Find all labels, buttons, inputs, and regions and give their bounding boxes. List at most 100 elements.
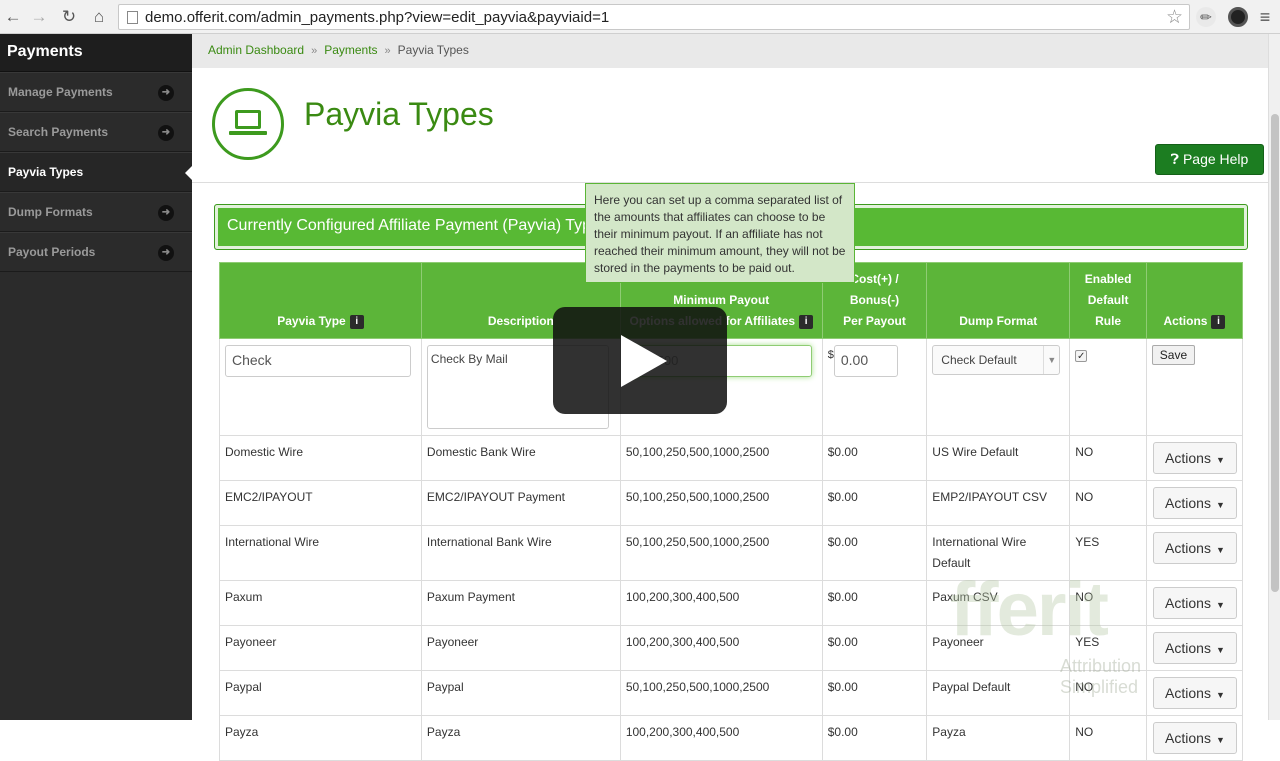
actions-dropdown-button[interactable]: Actions ▼ xyxy=(1152,532,1237,564)
arrow-right-icon: ➜ xyxy=(158,85,174,101)
menu-icon[interactable]: ≡ xyxy=(1254,6,1276,28)
dump-format-select[interactable]: Check Default ▼ xyxy=(932,345,1061,375)
cell-dump-format: EMP2/IPAYOUT CSV xyxy=(926,480,1071,526)
payvia-table: Payvia Typei Description Minimum PayoutO… xyxy=(219,262,1244,761)
actions-dropdown-button[interactable]: Actions ▼ xyxy=(1152,487,1237,519)
cell-cost: $0.00 xyxy=(821,715,928,761)
col-header-actions: Actions i xyxy=(1145,262,1244,339)
breadcrumb-separator: » xyxy=(384,45,391,57)
cell-dump-format: International Wire Default xyxy=(926,525,1071,581)
breadcrumb-payments[interactable]: Payments xyxy=(324,43,377,57)
info-icon[interactable]: i xyxy=(349,314,364,329)
chevron-down-icon: ▼ xyxy=(1043,346,1059,374)
cell-dump-format: Payza xyxy=(926,715,1071,761)
table-row: Payza Payza 100,200,300,400,500 $0.00 Pa… xyxy=(219,715,1244,761)
sidebar-item-label: Manage Payments xyxy=(8,85,113,99)
save-button[interactable]: Save xyxy=(1151,345,1195,365)
actions-dropdown-button[interactable]: Actions ▼ xyxy=(1152,587,1237,619)
cell-cost: $0.00 xyxy=(821,580,928,626)
browser-toolbar: ← → ↻ ⌂ demo.offerit.com/admin_payments.… xyxy=(0,0,1280,34)
cell-dump-format: Payoneer xyxy=(926,625,1071,671)
eyedropper-extension-icon[interactable]: ✏ xyxy=(1196,7,1216,27)
cell-description: EMC2/IPAYOUT Payment xyxy=(420,480,621,526)
actions-dropdown-button[interactable]: Actions ▼ xyxy=(1152,677,1237,709)
color-wheel-extension-icon[interactable] xyxy=(1228,7,1248,27)
bookmark-star-icon[interactable]: ☆ xyxy=(1166,6,1183,29)
col-header-dump-format: Dump Format xyxy=(926,262,1071,339)
sidebar-item-payout-periods[interactable]: Payout Periods ➜ xyxy=(0,232,192,272)
type-input[interactable]: Check xyxy=(225,345,411,377)
table-row: EMC2/IPAYOUT EMC2/IPAYOUT Payment 50,100… xyxy=(219,480,1244,526)
caret-down-icon: ▼ xyxy=(1215,500,1225,510)
arrow-right-icon: ➜ xyxy=(158,125,174,141)
forward-icon[interactable]: → xyxy=(28,6,50,28)
caret-down-icon: ▼ xyxy=(1215,600,1225,610)
breadcrumb: Admin Dashboard » Payments » Payvia Types xyxy=(192,34,1280,68)
cell-type: International Wire xyxy=(219,525,422,581)
cell-type: EMC2/IPAYOUT xyxy=(219,480,422,526)
table-row: Domestic Wire Domestic Bank Wire 50,100,… xyxy=(219,435,1244,481)
page-scrollbar[interactable] xyxy=(1268,34,1280,720)
cell-description: International Bank Wire xyxy=(420,525,621,581)
cell-cost: $0.00 xyxy=(821,480,928,526)
sidebar-item-search-payments[interactable]: Search Payments ➜ xyxy=(0,112,192,152)
enabled-checkbox[interactable]: ✓ xyxy=(1075,350,1088,362)
back-icon[interactable]: ← xyxy=(2,6,24,28)
cell-enabled: YES xyxy=(1069,525,1147,581)
reload-icon[interactable]: ↻ xyxy=(58,6,80,28)
arrow-right-icon: ➜ xyxy=(158,245,174,261)
panel-title: Currently Configured Affiliate Payment (… xyxy=(227,217,608,234)
sidebar-item-payvia-types[interactable]: Payvia Types xyxy=(0,152,193,192)
sidebar: Payments Manage Payments ➜ Search Paymen… xyxy=(0,34,193,720)
sidebar-item-dump-formats[interactable]: Dump Formats ➜ xyxy=(0,192,192,232)
cell-min-payout: 100,200,300,400,500 xyxy=(619,580,823,626)
actions-dropdown-button[interactable]: Actions ▼ xyxy=(1152,632,1237,664)
dump-format-value: Check Default xyxy=(941,353,1017,367)
url-text: demo.offerit.com/admin_payments.php?view… xyxy=(145,9,610,26)
table-row: Payoneer Payoneer 100,200,300,400,500 $0… xyxy=(219,625,1244,671)
cell-min-payout: 50,100,250,500,1000,2500 xyxy=(619,670,823,716)
actions-dropdown-button[interactable]: Actions ▼ xyxy=(1152,442,1237,474)
cell-type: Payza xyxy=(219,715,422,761)
cell-description: Paxum Payment xyxy=(420,580,621,626)
cell-enabled: NO xyxy=(1069,480,1147,526)
cell-type: Payoneer xyxy=(219,625,422,671)
address-bar[interactable]: demo.offerit.com/admin_payments.php?view… xyxy=(118,4,1190,30)
cell-description: Domestic Bank Wire xyxy=(420,435,621,481)
video-play-button[interactable] xyxy=(553,307,727,414)
cell-cost: $0.00 xyxy=(821,435,928,481)
info-icon[interactable]: i xyxy=(799,314,814,329)
col-header-enabled: Enabled Default Rule xyxy=(1069,262,1147,339)
cell-min-payout: 50,100,250,500,1000,2500 xyxy=(619,525,823,581)
caret-down-icon: ▼ xyxy=(1215,545,1225,555)
page-help-button[interactable]: ❓︎ Page Help xyxy=(1155,144,1264,175)
cell-min-payout: 100,200,300,400,500 xyxy=(619,715,823,761)
cell-min-payout: 100,200,300,400,500 xyxy=(619,625,823,671)
actions-dropdown-button[interactable]: Actions ▼ xyxy=(1152,722,1237,754)
sidebar-item-label: Payout Periods xyxy=(8,245,96,259)
arrow-right-icon: ➜ xyxy=(158,205,174,221)
cell-type: Paypal xyxy=(219,670,422,716)
table-row: Paypal Paypal 50,100,250,500,1000,2500 $… xyxy=(219,670,1244,716)
play-icon xyxy=(621,335,667,387)
cell-description: Payoneer xyxy=(420,625,621,671)
sidebar-item-label: Dump Formats xyxy=(8,205,93,219)
sidebar-item-manage-payments[interactable]: Manage Payments ➜ xyxy=(0,72,192,112)
cell-enabled: NO xyxy=(1069,670,1147,716)
page-title: Payvia Types xyxy=(304,96,494,132)
table-row: Paxum Paxum Payment 100,200,300,400,500 … xyxy=(219,580,1244,626)
caret-down-icon: ▼ xyxy=(1215,690,1225,700)
scrollbar-thumb[interactable] xyxy=(1271,114,1279,592)
cell-min-payout: 50,100,250,500,1000,2500 xyxy=(619,435,823,481)
breadcrumb-separator: » xyxy=(311,45,318,57)
cell-dump-format: Paypal Default xyxy=(926,670,1071,716)
info-icon[interactable]: i xyxy=(1211,314,1226,329)
laptop-icon xyxy=(212,88,284,160)
table-row: International Wire International Bank Wi… xyxy=(219,525,1244,581)
breadcrumb-current: Payvia Types xyxy=(397,43,469,57)
home-icon[interactable]: ⌂ xyxy=(88,6,110,28)
caret-down-icon: ▼ xyxy=(1215,645,1225,655)
breadcrumb-admin-dashboard[interactable]: Admin Dashboard xyxy=(208,43,304,57)
cost-input[interactable]: 0.00 xyxy=(833,345,898,377)
page-icon xyxy=(127,11,138,24)
